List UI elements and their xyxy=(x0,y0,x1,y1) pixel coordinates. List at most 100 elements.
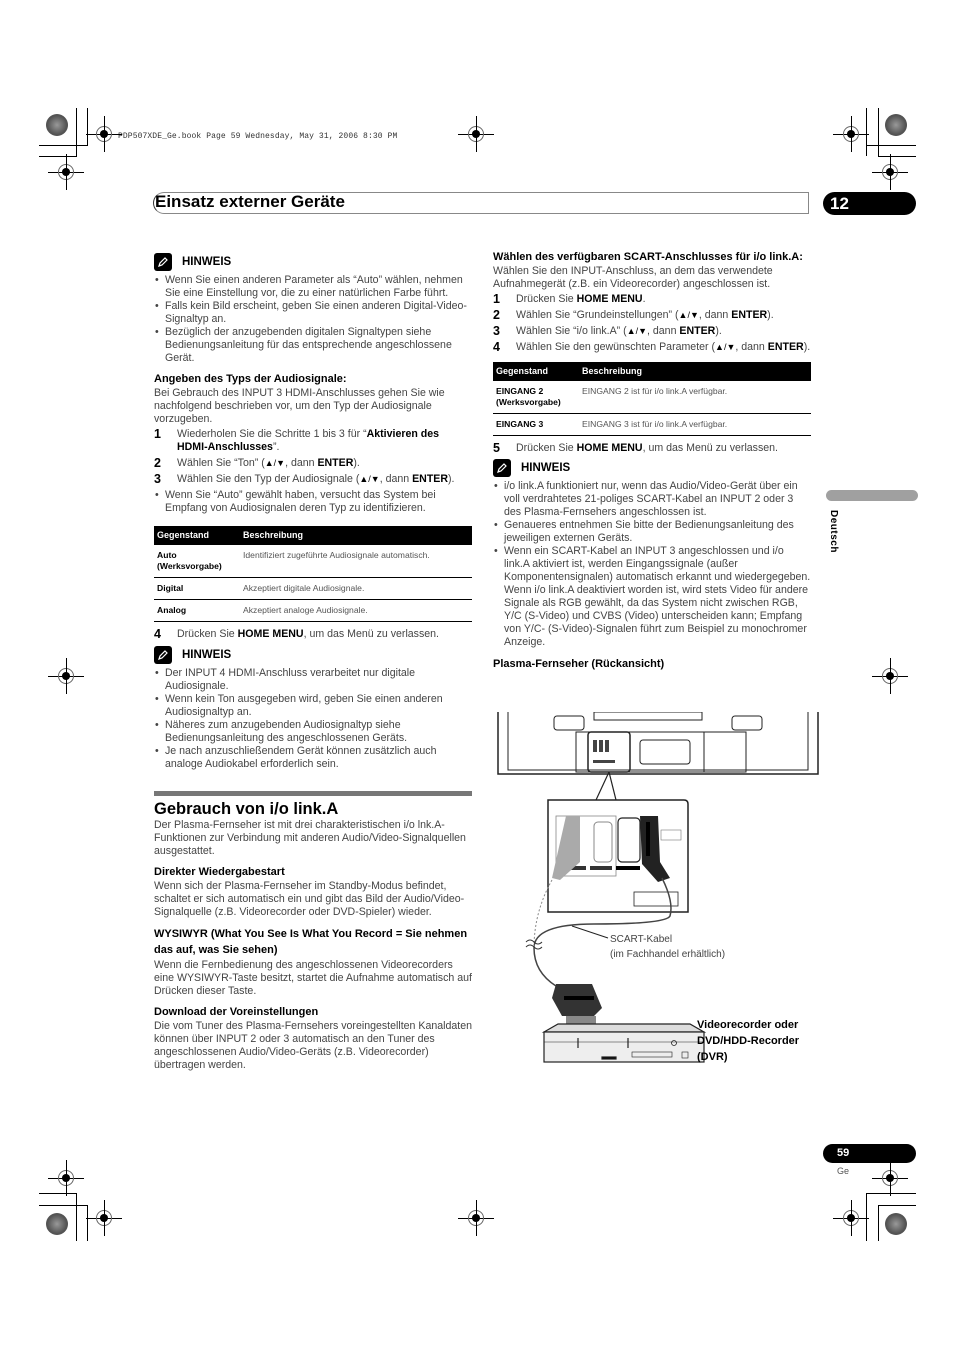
registration-mark xyxy=(872,658,908,694)
table-header: Beschreibung xyxy=(579,362,811,381)
note-item: Falls kein Bild erscheint, geben Sie ein… xyxy=(154,300,472,326)
step-number: 3 xyxy=(154,472,161,486)
crop-mark xyxy=(76,1193,77,1241)
step-number: 4 xyxy=(493,340,500,354)
pencil-note-icon xyxy=(154,253,172,271)
note-item: Genaueres entnehmen Sie bitte der Bedien… xyxy=(493,519,811,545)
paragraph: Wenn sich der Plasma-Fernseher im Standb… xyxy=(154,880,465,918)
plasma-tv-rear-view xyxy=(497,712,819,775)
step: 4 Wählen Sie den gewünschten Parameter (… xyxy=(493,341,811,354)
note-header: HINWEIS xyxy=(493,458,811,478)
step-number: 1 xyxy=(154,427,161,441)
subheading: WYSIWYR (What You See Is What You Record… xyxy=(154,928,468,956)
note-list: i/o link.A funktioniert nur, wenn das Au… xyxy=(493,480,811,649)
crop-mark xyxy=(866,1193,916,1194)
step: 1 Drücken Sie HOME MENU. xyxy=(493,293,811,306)
table-row: Auto (Werksvorgabe) Identifiziert zugefüh… xyxy=(154,545,472,578)
color-registration-mark xyxy=(885,114,907,136)
registration-mark xyxy=(48,154,84,190)
crop-mark xyxy=(87,1205,88,1241)
registration-mark xyxy=(872,154,908,190)
registration-mark xyxy=(48,1160,84,1196)
note-item: Je nach anzuschließendem Gerät können zu… xyxy=(154,745,472,771)
step: 4 Drücken Sie HOME MENU, um das Menü zu … xyxy=(154,628,472,641)
step-text: Wählen Sie den Typ der Audiosignale (▲/▼… xyxy=(177,473,455,485)
print-header: PDP507XDE_Ge.book Page 59 Wednesday, May… xyxy=(118,132,398,141)
scart-plug-recorder-end xyxy=(552,984,602,1024)
table-header: Gegenstand xyxy=(493,362,579,381)
note-item: Der INPUT 4 HDMI-Anschluss verarbeitet n… xyxy=(154,667,472,693)
crop-mark xyxy=(866,108,867,156)
step-number: 3 xyxy=(493,324,500,338)
subheading: Download der Voreinstellungen xyxy=(154,1006,319,1018)
registration-mark xyxy=(458,1200,494,1236)
step: 5 Drücken Sie HOME MENU, um das Menü zu … xyxy=(493,442,811,455)
registration-mark xyxy=(872,1160,908,1196)
paragraph: Der Plasma-Fernseher ist mit drei charak… xyxy=(154,819,466,857)
note-list: Wenn Sie einen anderen Parameter als “Au… xyxy=(154,274,472,365)
step-text: Wählen Sie den gewünschten Parameter (▲/… xyxy=(516,341,811,353)
note-list: Der INPUT 4 HDMI-Anschluss verarbeitet n… xyxy=(154,667,472,771)
language-tab xyxy=(826,490,918,501)
crop-mark xyxy=(866,145,916,146)
step-text: Wählen Sie “i/o link.A” (▲/▼, dann ENTER… xyxy=(516,325,722,337)
crop-mark xyxy=(866,1193,867,1241)
step-list: 1 Wiederholen Sie die Schritte 1 bis 3 f… xyxy=(154,428,472,515)
scart-cable-label: SCART-Kabel (im Fachhandel erhältlich) xyxy=(610,934,726,960)
table-row: EINGANG 2 (Werksvorgabe) EINGANG 2 ist fü… xyxy=(493,381,811,414)
crop-mark xyxy=(76,108,77,156)
step-number: 2 xyxy=(154,456,161,470)
note-item: i/o link.A funktioniert nur, wenn das Au… xyxy=(493,480,811,519)
crop-mark xyxy=(878,156,916,157)
color-registration-mark xyxy=(46,114,68,136)
up-down-arrow-icon: ▲/▼ xyxy=(264,458,286,468)
step-text: Drücken Sie HOME MENU, um das Menü zu ve… xyxy=(516,442,779,454)
subheading: Wählen des verfügbaren SCART-Anschlusses… xyxy=(493,251,803,263)
step: 3 Wählen Sie “i/o link.A” (▲/▼, dann ENT… xyxy=(493,325,811,338)
note-label: HINWEIS xyxy=(521,461,571,474)
cable-label-leader xyxy=(571,925,609,939)
registration-mark xyxy=(833,116,869,152)
crop-mark xyxy=(878,1205,916,1206)
up-down-arrow-icon: ▲/▼ xyxy=(626,326,648,336)
crop-mark xyxy=(87,108,88,146)
section-title: Gebrauch von i/o link.A xyxy=(154,800,339,818)
scart-input-table: Gegenstand Beschreibung EINGANG 2 (Werksv… xyxy=(493,362,811,436)
note-item: Wenn ein SCART-Kabel an INPUT 3 angeschl… xyxy=(493,545,811,649)
note-header: HINWEIS xyxy=(154,252,472,272)
chapter-number: 12 xyxy=(823,192,916,215)
crop-mark xyxy=(39,145,87,146)
step-text: Wiederholen Sie die Schritte 1 bis 3 für… xyxy=(177,428,440,453)
step-number: 4 xyxy=(154,627,161,641)
right-column: Wählen des verfügbaren SCART-Anschlusses… xyxy=(493,250,811,671)
page-language-code: Ge xyxy=(837,1166,850,1176)
step: 2 Wählen Sie “Grundeinstellungen” (▲/▼, … xyxy=(493,309,811,322)
crop-mark xyxy=(878,1205,879,1241)
up-down-arrow-icon: ▲/▼ xyxy=(678,310,699,320)
crop-mark xyxy=(39,156,77,157)
registration-mark xyxy=(833,1200,869,1236)
pencil-note-icon xyxy=(154,646,172,664)
registration-mark xyxy=(86,116,122,152)
table-row: Analog Akzeptiert analoge Audiosignale. xyxy=(154,599,472,622)
note-label: HINWEIS xyxy=(182,648,232,661)
scart-plug-black xyxy=(640,816,670,882)
note-item: Bezüglich der anzugebenden digitalen Sig… xyxy=(154,326,472,365)
section-divider xyxy=(154,791,472,796)
note-label: HINWEIS xyxy=(182,255,232,268)
step: 2 Wählen Sie “Ton” (▲/▼, dann ENTER). xyxy=(154,457,472,470)
step-text: Drücken Sie HOME MENU, um das Menü zu ve… xyxy=(177,628,440,640)
registration-mark xyxy=(86,1200,122,1236)
left-column: HINWEIS Wenn Sie einen anderen Parameter… xyxy=(154,252,472,1072)
registration-mark xyxy=(458,116,494,152)
note-header: HINWEIS xyxy=(154,645,472,665)
table-header: Gegenstand xyxy=(154,526,240,545)
port-mini-panel xyxy=(593,740,615,763)
crop-mark xyxy=(878,108,879,156)
step-text: Wählen Sie “Grundeinstellungen” (▲/▼, da… xyxy=(516,309,774,321)
step-sub-item: Wenn Sie “Auto” gewählt haben, versucht … xyxy=(154,489,472,515)
crop-mark xyxy=(39,1193,77,1194)
color-registration-mark xyxy=(46,1213,68,1235)
note-item: Näheres zum anzugebenden Audiosignaltyp … xyxy=(154,719,472,745)
table-header: Beschreibung xyxy=(240,526,472,545)
